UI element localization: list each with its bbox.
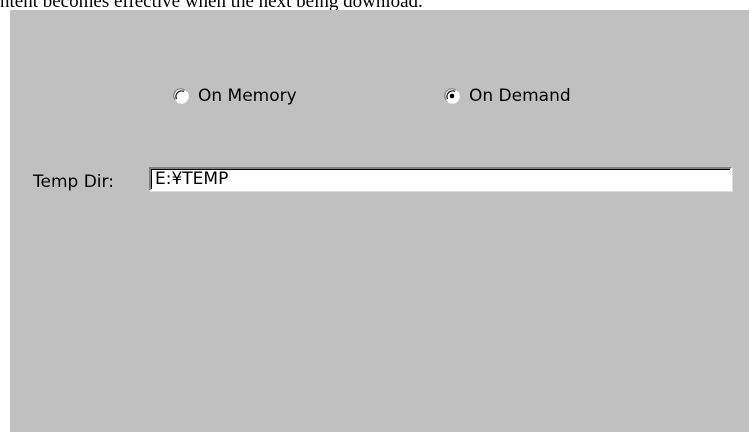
page: ntent becomes effective when the next be… bbox=[0, 0, 749, 432]
radio-on-demand-label: On Demand bbox=[469, 86, 571, 106]
radio-unselected-icon[interactable] bbox=[173, 88, 189, 104]
radio-on-memory[interactable]: On Memory bbox=[173, 86, 297, 106]
radio-selected-icon[interactable] bbox=[444, 88, 460, 104]
settings-panel: On Memory On Demand Temp Dir: bbox=[10, 10, 749, 432]
radio-on-memory-label: On Memory bbox=[198, 86, 297, 106]
radio-on-demand[interactable]: On Demand bbox=[444, 86, 571, 106]
temp-dir-label: Temp Dir: bbox=[33, 172, 114, 192]
temp-dir-input[interactable] bbox=[149, 167, 732, 191]
